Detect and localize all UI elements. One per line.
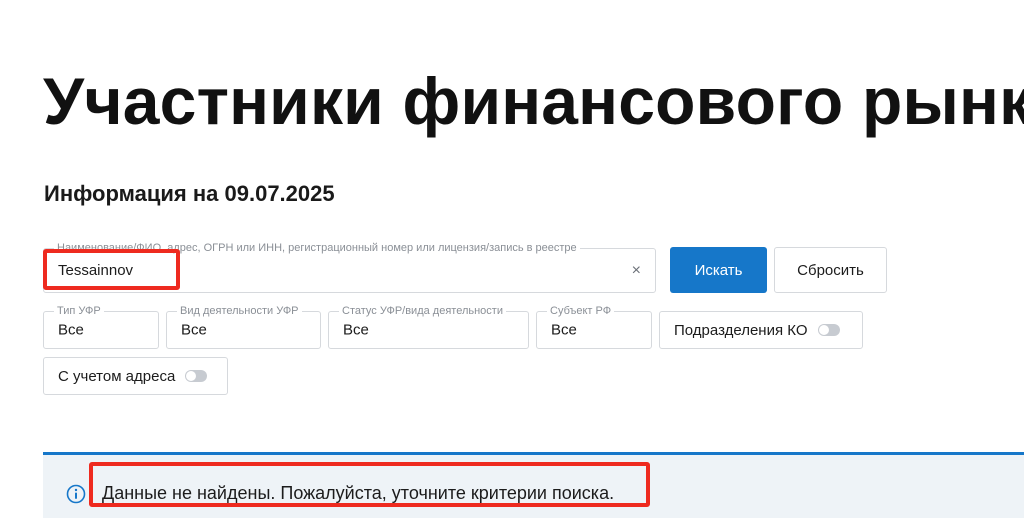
search-input[interactable] xyxy=(44,249,655,292)
page-title: Участники финансового рынка xyxy=(43,64,1024,138)
divisions-toggle-box[interactable]: Подразделения КО xyxy=(659,311,863,349)
filter-status[interactable]: Статус УФР/вида деятельности Все xyxy=(328,305,529,349)
clear-icon[interactable]: × xyxy=(632,262,641,279)
filter-ufr-type-value: Все xyxy=(58,321,84,339)
filter-ufr-type-label: Тип УФР xyxy=(54,305,104,318)
page: Участники финансового рынка Информация н… xyxy=(0,0,1024,518)
filter-status-label: Статус УФР/вида деятельности xyxy=(339,305,506,318)
divisions-toggle-label: Подразделения КО xyxy=(674,321,808,339)
divisions-toggle[interactable] xyxy=(817,324,840,336)
filter-activity-type-label: Вид деятельности УФР xyxy=(177,305,302,318)
filter-status-value: Все xyxy=(343,321,369,339)
info-date: Информация на 09.07.2025 xyxy=(44,181,335,206)
reset-button[interactable]: Сбросить xyxy=(774,247,887,293)
toggle-knob xyxy=(818,325,829,335)
info-icon xyxy=(66,484,86,504)
address-toggle-label: С учетом адреса xyxy=(58,367,176,385)
address-toggle-box[interactable]: С учетом адреса xyxy=(43,357,228,395)
search-button[interactable]: Искать xyxy=(670,247,767,293)
filter-activity-type[interactable]: Вид деятельности УФР Все xyxy=(166,305,321,349)
toggle-knob xyxy=(186,371,197,381)
search-field[interactable]: Наименование/ФИО, адрес, ОГРН или ИНН, р… xyxy=(43,242,656,293)
filter-region-label: Субъект РФ xyxy=(547,305,615,318)
filter-ufr-type[interactable]: Тип УФР Все xyxy=(43,305,159,349)
address-toggle[interactable] xyxy=(185,370,208,382)
filter-activity-type-value: Все xyxy=(181,321,207,339)
result-message: Данные не найдены. Пожалуйста, уточните … xyxy=(102,483,615,503)
filter-region[interactable]: Субъект РФ Все xyxy=(536,305,652,349)
filter-region-value: Все xyxy=(551,321,577,339)
